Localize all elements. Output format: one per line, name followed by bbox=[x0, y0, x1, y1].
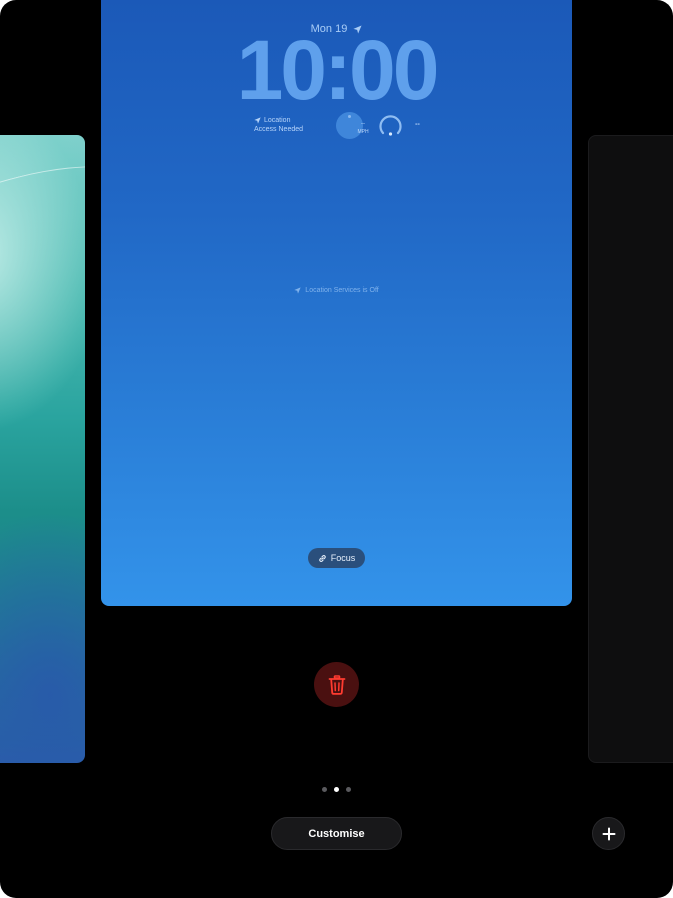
location-services-text: Location Services is Off bbox=[305, 287, 379, 294]
location-services-status: Location Services is Off bbox=[101, 287, 572, 294]
location-arrow-icon bbox=[254, 117, 261, 124]
page-dot-1[interactable] bbox=[322, 787, 327, 792]
wallpaper-preview-current[interactable]: Mon 19 10:00 Location Access Needed -- M… bbox=[101, 0, 572, 606]
trash-icon bbox=[328, 674, 345, 695]
speed-indicator-dot bbox=[348, 115, 351, 118]
gauge-widget-value: -- bbox=[415, 121, 420, 128]
lock-screen-widgets: Location Access Needed -- MPH -- bbox=[101, 112, 572, 142]
focus-label: Focus bbox=[330, 553, 356, 563]
focus-link-button[interactable]: Focus bbox=[308, 548, 365, 568]
location-widget[interactable]: Location Access Needed bbox=[254, 116, 303, 134]
customise-button[interactable]: Customise bbox=[271, 817, 402, 850]
wallpaper-preview-previous[interactable] bbox=[0, 135, 85, 763]
location-widget-title: Location bbox=[264, 117, 291, 124]
add-wallpaper-button[interactable] bbox=[592, 817, 625, 850]
page-dot-3[interactable] bbox=[346, 787, 351, 792]
plus-icon bbox=[602, 827, 615, 840]
wallpaper-preview-next[interactable] bbox=[588, 135, 673, 763]
speed-widget-value: -- bbox=[361, 121, 365, 127]
page-dot-2[interactable] bbox=[334, 787, 339, 792]
link-icon bbox=[318, 554, 326, 562]
gauge-ring-icon bbox=[379, 115, 402, 136]
gauge-widget[interactable]: -- bbox=[377, 112, 420, 139]
lock-screen-time: 10:00 bbox=[236, 23, 440, 117]
location-widget-subtitle: Access Needed bbox=[254, 126, 304, 133]
page-indicator[interactable] bbox=[0, 787, 673, 792]
wallpaper-gallery-screen: Mon 19 10:00 Location Access Needed -- M… bbox=[0, 0, 673, 898]
speed-widget-unit: MPH bbox=[357, 129, 369, 135]
speed-widget[interactable]: -- MPH bbox=[336, 112, 369, 139]
location-arrow-icon bbox=[294, 287, 301, 294]
delete-wallpaper-button[interactable] bbox=[314, 662, 359, 707]
